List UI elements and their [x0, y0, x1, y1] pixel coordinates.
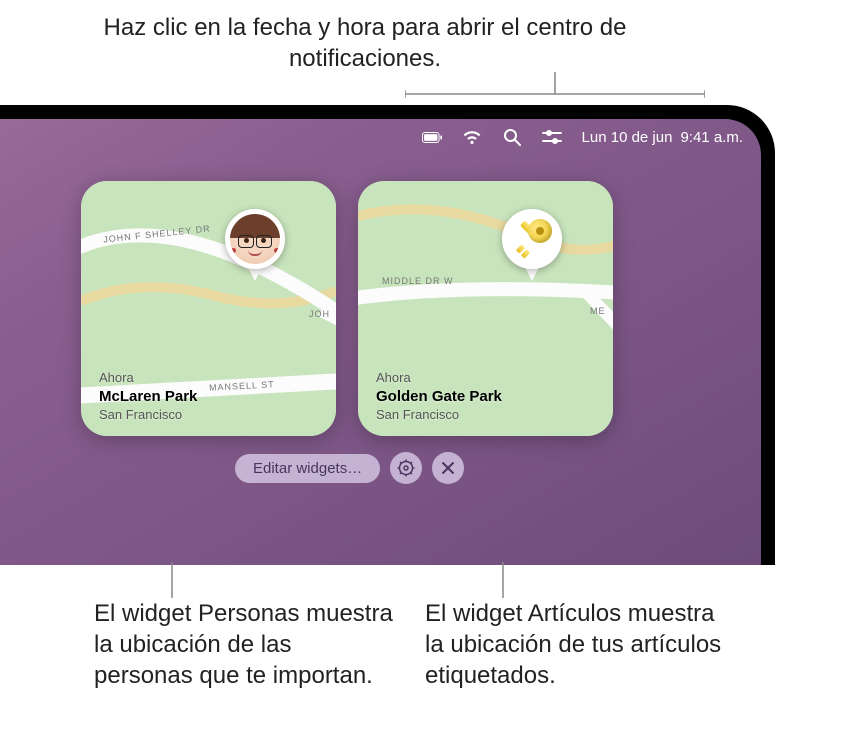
- search-icon[interactable]: [502, 127, 522, 147]
- menubar-datetime[interactable]: Lun 10 de jun 9:41 a.m.: [582, 129, 743, 146]
- battery-icon[interactable]: [422, 127, 442, 147]
- wifi-icon[interactable]: [462, 127, 482, 147]
- gear-icon: [397, 459, 415, 477]
- widget-timestamp: Ahora: [376, 370, 502, 385]
- widget-location-name: McLaren Park: [99, 388, 197, 405]
- settings-button[interactable]: [390, 452, 422, 484]
- menubar-time: 9:41 a.m.: [680, 129, 743, 146]
- widget-info: Ahora McLaren Park San Francisco: [99, 370, 197, 422]
- edit-widgets-bar: Editar widgets…: [235, 452, 464, 484]
- widget-city: San Francisco: [376, 407, 502, 422]
- device-frame: Lun 10 de jun 9:41 a.m. JOHN F SHELLEY D…: [0, 105, 775, 565]
- widget-people[interactable]: JOHN F SHELLEY DR MANSELL ST JOH: [81, 181, 336, 436]
- person-pin: [225, 209, 285, 284]
- widgets-row: JOHN F SHELLEY DR MANSELL ST JOH: [81, 181, 613, 436]
- map-road-label: MIDDLE DR W: [382, 276, 454, 286]
- callout-datetime: Haz clic en la fecha y hora para abrir e…: [65, 12, 665, 74]
- control-center-icon[interactable]: [542, 127, 562, 147]
- close-button[interactable]: [432, 452, 464, 484]
- widget-city: San Francisco: [99, 407, 197, 422]
- map-road-label: JOH: [309, 309, 330, 319]
- close-icon: [441, 461, 455, 475]
- callout-items-widget: El widget Artículos muestra la ubicación…: [425, 598, 735, 692]
- item-pin: [502, 209, 562, 284]
- desktop-screen: Lun 10 de jun 9:41 a.m. JOHN F SHELLEY D…: [0, 119, 761, 565]
- widget-location-name: Golden Gate Park: [376, 388, 502, 405]
- callout-people-widget: El widget Personas muestra la ubicación …: [94, 598, 394, 692]
- widget-timestamp: Ahora: [99, 370, 197, 385]
- map-road-label: ME: [590, 306, 606, 316]
- menubar-date: Lun 10 de jun: [582, 129, 673, 146]
- widget-items[interactable]: MIDDLE DR W ME: [358, 181, 613, 436]
- menubar: Lun 10 de jun 9:41 a.m.: [0, 119, 761, 155]
- widget-info: Ahora Golden Gate Park San Francisco: [376, 370, 502, 422]
- key-icon: [510, 217, 554, 261]
- avatar-icon: [230, 214, 280, 264]
- edit-widgets-button[interactable]: Editar widgets…: [235, 454, 380, 483]
